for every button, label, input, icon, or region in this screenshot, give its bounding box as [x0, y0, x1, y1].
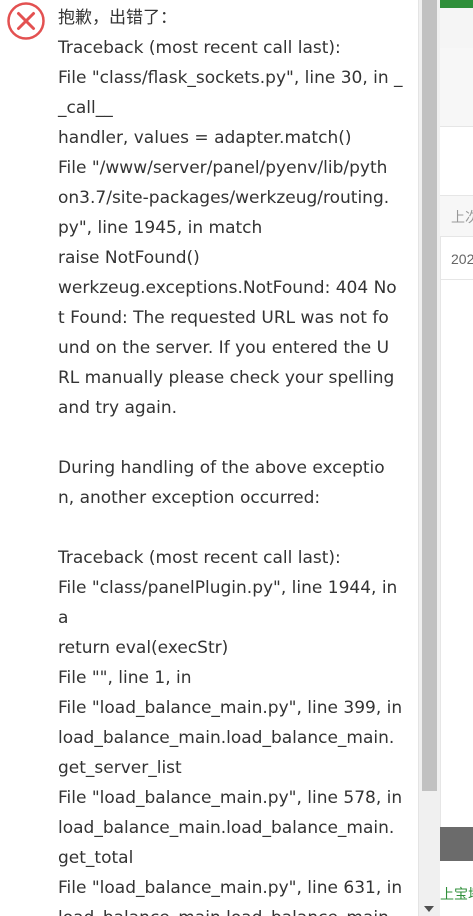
table-border	[440, 195, 441, 827]
error-message-line: und on the server. If you entered the U	[58, 338, 390, 358]
error-message-line: load_balance_main.load_balance_main.	[58, 903, 396, 916]
error-message-line	[58, 513, 396, 543]
error-message-line: t Found: The requested URL was not fo	[58, 308, 389, 328]
error-message-line: get_server_list	[58, 758, 182, 778]
footer-link[interactable]: 上宝塔	[440, 880, 473, 908]
error-message-line: RL manually please check your spelling	[58, 368, 395, 388]
error-message-line: raise NotFound()	[58, 248, 200, 268]
top-nav-bar	[440, 0, 473, 8]
error-message-line: load_balance_main.load_balance_main.	[58, 728, 395, 748]
error-message-line: Traceback (most recent call last):	[58, 548, 341, 568]
error-message-line: File "/www/server/panel/pyenv/lib/pyth	[58, 158, 388, 178]
error-message-line: a	[58, 608, 69, 628]
table-header-cell: 上次	[440, 195, 473, 237]
toolbar-band	[440, 48, 473, 127]
error-message-line: File "load_balance_main.py", line 631, i…	[58, 878, 403, 898]
header-band	[440, 8, 473, 48]
error-message-line: n, another exception occurred:	[58, 488, 321, 508]
error-circle-x-icon	[7, 2, 45, 40]
error-message: 抱歉，出错了： Traceback (most recent call last)…	[58, 3, 403, 916]
error-message-line	[58, 423, 396, 453]
error-message-line: and try again.	[58, 398, 178, 418]
background-page: 上次 202 上宝塔	[440, 0, 473, 916]
scroll-down-arrow-icon[interactable]	[424, 906, 434, 912]
error-message-line: return eval(execStr)	[58, 638, 229, 658]
vertical-scrollbar[interactable]	[418, 0, 440, 916]
error-message-line: File "", line 1, in	[58, 668, 192, 688]
error-message-line: File "load_balance_main.py", line 399, i…	[58, 698, 403, 718]
footer-bar	[440, 827, 473, 861]
error-message-line: 抱歉，出错了：	[58, 8, 177, 28]
error-message-line: load_balance_main.load_balance_main.	[58, 818, 395, 838]
error-message-line: File "class/panelPlugin.py", line 1944, …	[58, 578, 398, 598]
error-message-line: File "class/flask_sockets.py", line 30, …	[58, 68, 403, 88]
error-message-line: py", line 1945, in match	[58, 218, 263, 238]
scrollbar-thumb[interactable]	[422, 0, 437, 791]
error-message-line: File "load_balance_main.py", line 578, i…	[58, 788, 403, 808]
error-message-line: _call__	[58, 98, 113, 118]
error-message-line: werkzeug.exceptions.NotFound: 404 No	[58, 278, 397, 298]
screen: 上次 202 上宝塔 抱歉，出错了： Traceback (most recent…	[0, 0, 473, 916]
error-message-line: handler, values = adapter.match()	[58, 128, 352, 148]
error-message-line: Traceback (most recent call last):	[58, 38, 341, 58]
error-message-line: get_total	[58, 848, 134, 868]
error-dialog: 抱歉，出错了： Traceback (most recent call last)…	[0, 0, 418, 916]
table-row-cell: 202	[440, 238, 473, 280]
error-message-line: on3.7/site-packages/werkzeug/routing.	[58, 188, 390, 208]
error-message-line: During handling of the above exceptio	[58, 458, 385, 478]
